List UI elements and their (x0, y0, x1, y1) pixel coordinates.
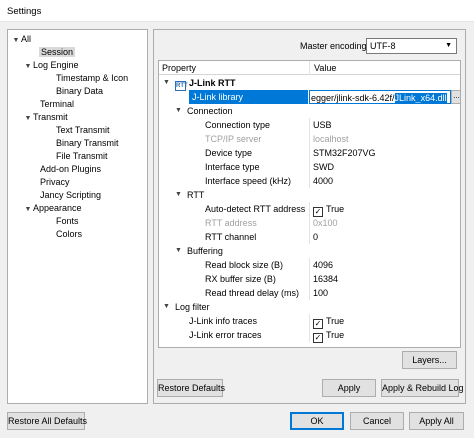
chevron-down-icon[interactable]: ▼ (23, 61, 33, 73)
chevron-down-icon[interactable]: ▼ (23, 113, 33, 125)
property-name: Auto-detect RTT address (205, 204, 306, 214)
property-value: localhost (313, 134, 349, 144)
group-label: Connection (187, 106, 233, 116)
group-label: J-Link RTT (189, 78, 236, 88)
tree-item-all[interactable]: ▼ All (11, 33, 31, 45)
jlink-library-input[interactable]: egger/jlink-sdk-6.42f/JLink_x64.dll (309, 90, 451, 104)
chevron-down-icon[interactable]: ▼ (163, 300, 170, 314)
property-name: Read block size (B) (205, 260, 284, 270)
group-label: RTT (187, 190, 205, 200)
browse-button[interactable]: ... (451, 90, 460, 104)
group-log-filter[interactable]: ▼ Log filter (159, 300, 460, 314)
tree-item-session[interactable]: Session (39, 46, 76, 58)
tree-item-log-engine[interactable]: ▼ Log Engine (23, 59, 79, 71)
property-row-auto-detect-rtt[interactable]: Auto-detect RTT address ✓ True (159, 202, 460, 217)
property-row-rx-buffer-size[interactable]: RX buffer size (B) 16384 (159, 272, 460, 286)
group-buffering[interactable]: ▼ Buffering (159, 244, 460, 258)
property-name: J-Link info traces (189, 316, 258, 326)
tree-item-add-on-plugins[interactable]: Add-on Plugins (40, 163, 101, 175)
group-label: Buffering (187, 246, 223, 256)
property-name: Read thread delay (ms) (205, 288, 300, 298)
property-name: RTT address (205, 218, 257, 228)
property-name: Device type (205, 148, 253, 158)
tree-item-binary-transmit[interactable]: Binary Transmit (56, 137, 119, 149)
property-row-tcpip-server[interactable]: TCP/IP server localhost (159, 132, 460, 146)
tree-item-timestamp-icon[interactable]: Timestamp & Icon (56, 72, 128, 84)
property-value: 4000 (313, 176, 334, 186)
property-value: True (326, 204, 345, 214)
restore-defaults-button[interactable]: Restore Defaults (157, 379, 225, 397)
tree-item-text-transmit[interactable]: Text Transmit (56, 124, 110, 136)
session-settings-panel: Master encoding: UTF-8 ▼ Property Value … (153, 29, 466, 404)
tree-item-terminal[interactable]: Terminal (40, 98, 74, 110)
property-name: Interface type (205, 162, 260, 172)
tree-item-appearance[interactable]: ▼ Appearance (23, 202, 82, 214)
property-row-read-thread-delay[interactable]: Read thread delay (ms) 100 (159, 286, 460, 300)
chevron-down-icon[interactable]: ▼ (175, 244, 182, 258)
tree-item-colors[interactable]: Colors (56, 228, 82, 240)
chevron-down-icon: ▼ (445, 42, 452, 49)
settings-tree[interactable]: ▼ All Session ▼ Log Engine Timestamp & Ico… (7, 29, 148, 404)
property-row-device-type[interactable]: Device type STM32F207VG (159, 146, 460, 160)
tree-item-transmit[interactable]: ▼ Transmit (23, 111, 68, 123)
title-bar: Settings (0, 0, 474, 22)
group-rtt[interactable]: ▼ RTT (159, 188, 460, 202)
property-value: USB (313, 120, 332, 130)
property-row-rtt-address[interactable]: RTT address 0x100 (159, 216, 460, 230)
property-name: J-Link library (189, 90, 308, 104)
property-grid-header: Property Value (159, 61, 460, 75)
property-value: 100 (313, 288, 329, 298)
restore-all-defaults-button[interactable]: Restore All Defaults (7, 412, 87, 430)
tree-item-fonts[interactable]: Fonts (56, 215, 79, 227)
property-row-interface-speed[interactable]: Interface speed (kHz) 4000 (159, 174, 460, 188)
property-grid[interactable]: Property Value ▼ RTTJ-Link RTT J-Link li… (158, 60, 461, 348)
tree-item-binary-data[interactable]: Binary Data (56, 85, 103, 97)
property-name: Connection type (205, 120, 271, 130)
property-name: TCP/IP server (205, 134, 262, 144)
tree-item-jancy-scripting[interactable]: Jancy Scripting (40, 189, 101, 201)
chevron-down-icon[interactable]: ▼ (175, 188, 182, 202)
property-value: 16384 (313, 274, 339, 284)
property-value: True (326, 316, 345, 326)
property-row-jlink-info-traces[interactable]: J-Link info traces ✓ True (159, 314, 460, 329)
property-value: 0 (313, 232, 319, 242)
chevron-down-icon[interactable]: ▼ (11, 35, 21, 47)
layers-button[interactable]: Layers... (402, 351, 457, 369)
apply-rebuild-log-button[interactable]: Apply & Rebuild Log (381, 379, 464, 397)
property-value: 4096 (313, 260, 334, 270)
cancel-button[interactable]: Cancel (350, 412, 404, 430)
tree-item-privacy[interactable]: Privacy (40, 176, 70, 188)
property-name: J-Link error traces (189, 330, 262, 340)
property-value: SWD (313, 162, 334, 172)
ok-button[interactable]: OK (290, 412, 344, 430)
group-connection[interactable]: ▼ Connection (159, 104, 460, 118)
group-label: Log filter (175, 302, 210, 312)
column-property: Property (162, 63, 197, 73)
property-row-jlink-library[interactable]: J-Link library egger/jlink-sdk-6.42f/JLi… (159, 90, 460, 104)
apply-button[interactable]: Apply (322, 379, 376, 397)
property-row-jlink-error-traces[interactable]: J-Link error traces ✓ True (159, 328, 460, 343)
apply-all-button[interactable]: Apply All (409, 412, 464, 430)
property-value: 0x100 (313, 218, 338, 228)
master-encoding-value: UTF-8 (370, 41, 396, 51)
master-encoding-select[interactable]: UTF-8 ▼ (366, 38, 457, 54)
property-value: STM32F207VG (313, 148, 376, 158)
property-name: Interface speed (kHz) (205, 176, 292, 186)
chevron-down-icon[interactable]: ▼ (175, 104, 182, 118)
property-name: RTT channel (205, 232, 257, 242)
property-name: RX buffer size (B) (205, 274, 276, 284)
chevron-down-icon[interactable]: ▼ (23, 204, 33, 216)
master-encoding-label: Master encoding: (300, 41, 370, 51)
group-jlink-rtt[interactable]: ▼ RTTJ-Link RTT (159, 76, 460, 91)
column-value: Value (309, 61, 336, 75)
chevron-down-icon[interactable]: ▼ (163, 76, 170, 90)
property-value: True (326, 330, 345, 340)
property-row-read-block-size[interactable]: Read block size (B) 4096 (159, 258, 460, 272)
property-row-connection-type[interactable]: Connection type USB (159, 118, 460, 132)
check-icon[interactable]: ✓ (313, 333, 323, 343)
property-row-interface-type[interactable]: Interface type SWD (159, 160, 460, 174)
tree-item-file-transmit[interactable]: File Transmit (56, 150, 108, 162)
window-title: Settings (7, 6, 42, 17)
property-row-rtt-channel[interactable]: RTT channel 0 (159, 230, 460, 244)
